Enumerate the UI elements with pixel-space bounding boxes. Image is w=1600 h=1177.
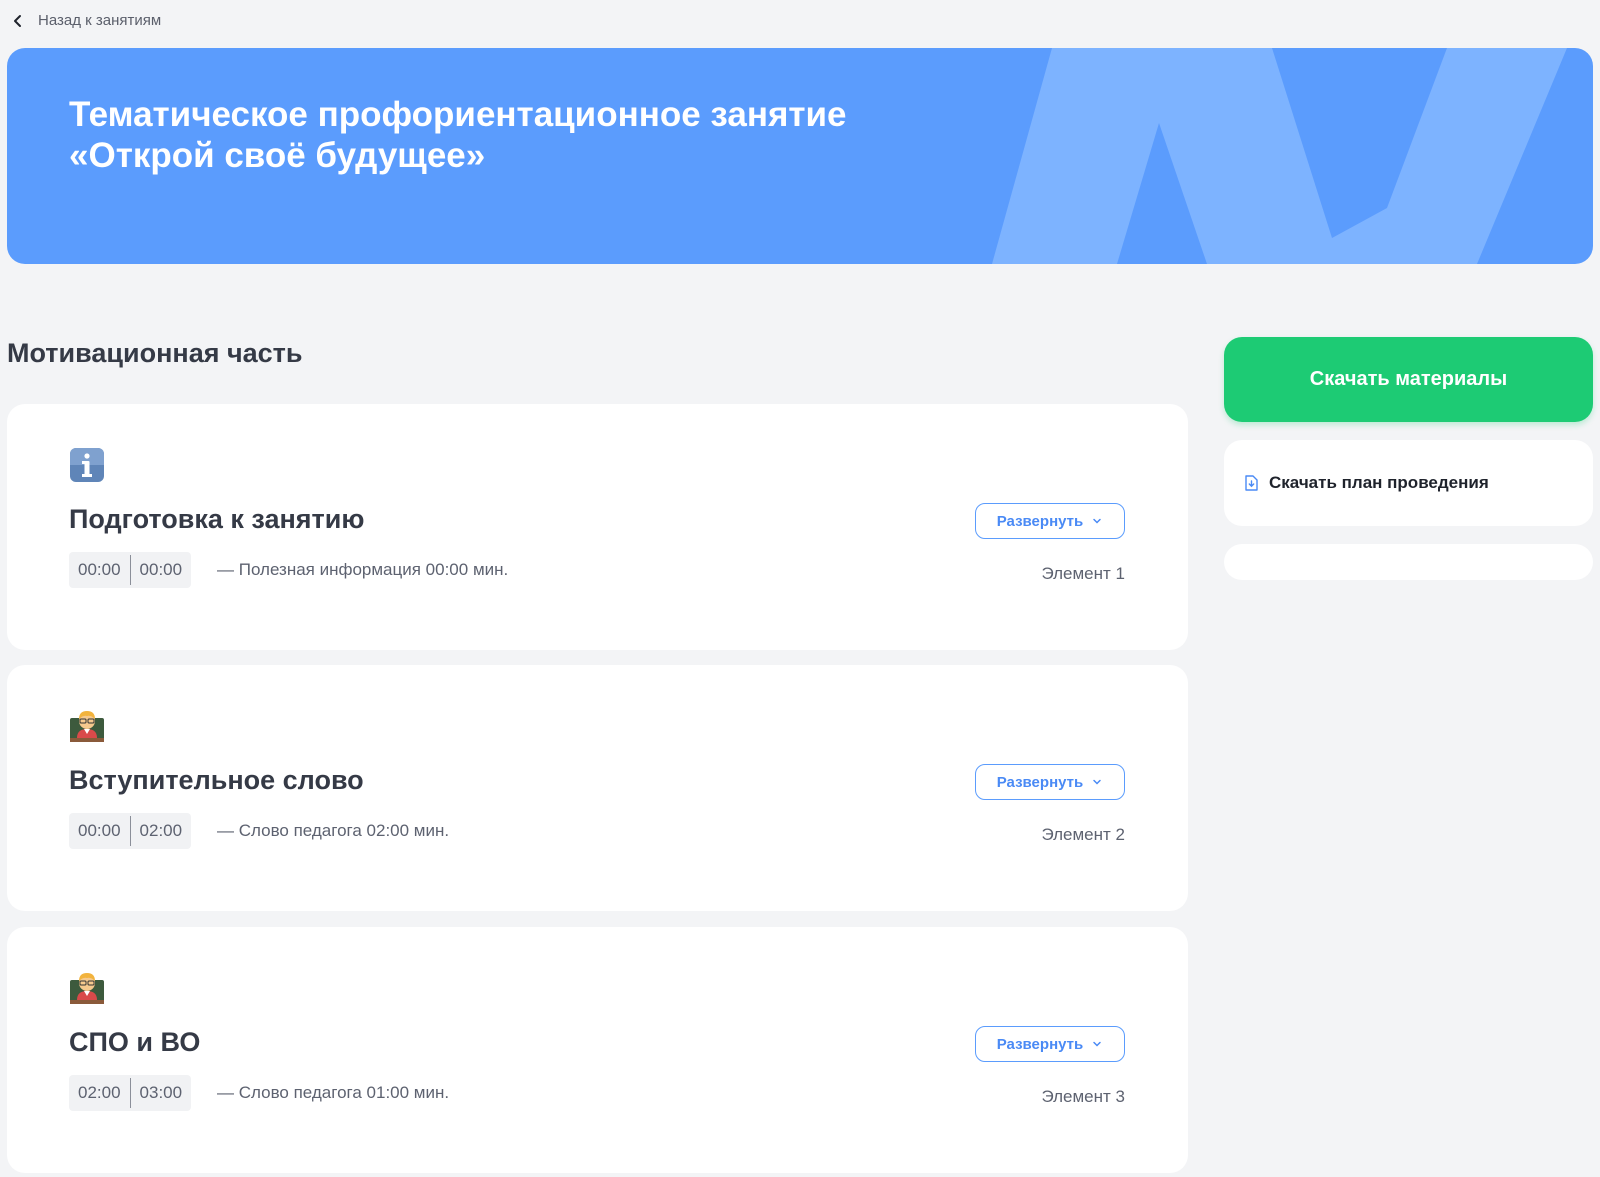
expand-button-label: Развернуть [996, 1035, 1084, 1053]
step-card: СПО и ВО 02:00 03:00 — Слово педагога 01… [7, 927, 1188, 1173]
time-end: 03:00 [139, 1083, 183, 1102]
download-plan-label: Скачать план проведения [1269, 473, 1489, 492]
download-materials-label: Скачать материалы [1309, 368, 1508, 390]
time-end: 02:00 [139, 821, 183, 840]
expand-button-label: Развернуть [996, 773, 1084, 791]
element-label: Элемент 1 [1041, 564, 1125, 583]
back-link[interactable]: Назад к занятиям [10, 12, 161, 29]
step-description: — Слово педагога 02:00 мин. [217, 821, 450, 840]
time-range: 02:00 03:00 [69, 1075, 192, 1111]
expand-button[interactable]: Развернуть [975, 503, 1125, 539]
sidebar-placeholder-card [1224, 544, 1593, 580]
download-plan-link[interactable]: Скачать план проведения [1224, 440, 1593, 526]
element-label: Элемент 3 [1041, 1087, 1125, 1106]
step-title: СПО и ВО [69, 1027, 201, 1057]
teacher-icon [70, 973, 104, 1004]
page-title: Тематическое профориентационное занятие … [69, 94, 969, 176]
expand-button-label: Развернуть [996, 512, 1084, 530]
time-start: 02:00 [78, 1083, 121, 1102]
time-start: 00:00 [78, 821, 121, 840]
step-description: — Слово педагога 01:00 мин. [217, 1083, 450, 1102]
chevron-down-icon [1093, 518, 1101, 524]
time-start: 00:00 [78, 560, 121, 579]
chevron-down-icon [1093, 779, 1101, 785]
teacher-icon [70, 711, 104, 742]
expand-button[interactable]: Развернуть [975, 1026, 1125, 1062]
step-title: Вступительное слово [69, 765, 364, 795]
expand-button[interactable]: Развернуть [975, 764, 1125, 800]
element-label: Элемент 2 [1041, 825, 1125, 844]
download-materials-button[interactable]: Скачать материалы [1224, 337, 1593, 422]
step-title: Подготовка к занятию [69, 504, 365, 534]
time-end: 00:00 [139, 560, 183, 579]
document-download-icon [1245, 475, 1258, 491]
section-title: Мотивационная часть [7, 338, 303, 368]
information-icon [70, 448, 104, 482]
back-link-label: Назад к занятиям [38, 12, 162, 29]
hero-banner: Тематическое профориентационное занятие … [7, 48, 1593, 264]
step-card: Подготовка к занятию 00:00 00:00 — Полез… [7, 404, 1188, 650]
chevron-down-icon [1093, 1041, 1101, 1047]
page-title-line-1: Тематическое профориентационное занятие [69, 95, 847, 134]
step-description: — Полезная информация 00:00 мин. [217, 560, 509, 579]
time-range: 00:00 02:00 [69, 813, 192, 849]
page-title-line-2: «Открой своё будущее» [69, 136, 486, 175]
step-card: Вступительное слово 00:00 02:00 — Слово … [7, 665, 1188, 911]
time-range: 00:00 00:00 [69, 552, 192, 588]
chevron-left-icon [14, 14, 21, 27]
